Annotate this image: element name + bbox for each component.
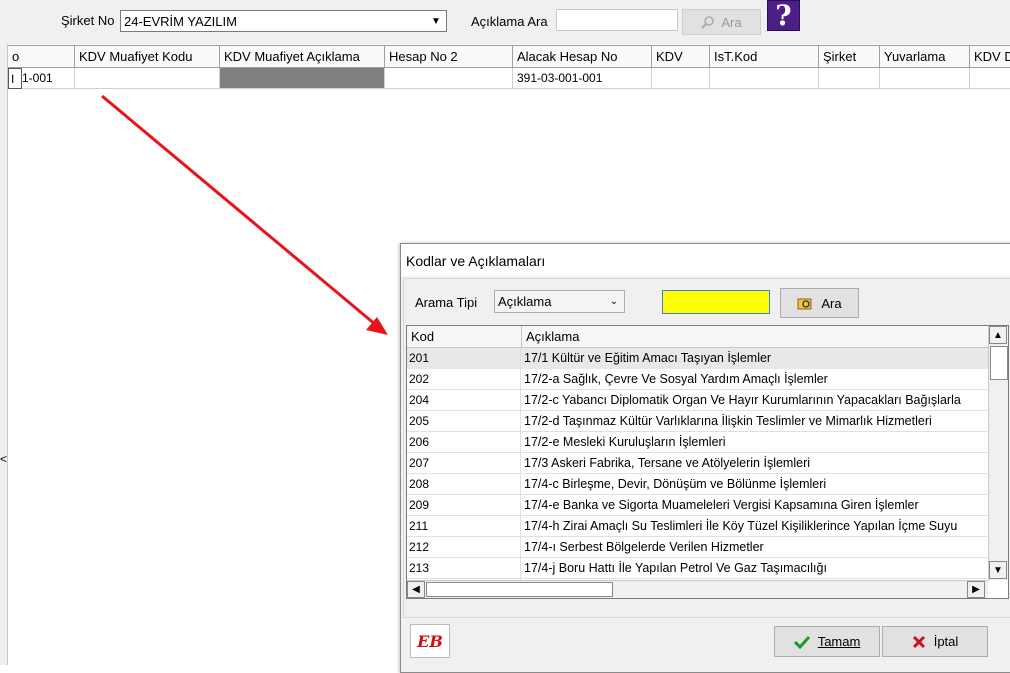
- list-item-code: 201: [407, 348, 521, 369]
- dialog-search-button[interactable]: Ara: [780, 288, 859, 318]
- list-item-description: 17/4-e Banka ve Sigorta Muameleleri Verg…: [524, 498, 919, 512]
- list-item-description: 17/2-e Mesleki Kuruluşların İşlemleri: [524, 435, 726, 449]
- list-item[interactable]: 207 17/3 Askeri Fabrika, Tersane ve Atöly…: [407, 453, 987, 474]
- cancel-button[interactable]: İptal: [882, 626, 988, 657]
- col-header-kod[interactable]: Kod: [407, 326, 522, 348]
- eb-logo-icon: EB: [417, 631, 443, 651]
- dialog-search-panel: Arama Tipi Açıklama ⌄ Ara Kod Açıklama 2…: [403, 278, 1010, 618]
- list-item[interactable]: 201 17/1 Kültür ve Eğitim Amacı Taşıyan İ…: [407, 348, 992, 369]
- scroll-left-icon[interactable]: ◀: [407, 581, 425, 598]
- list-item-code: 204: [407, 390, 521, 411]
- dialog-search-input[interactable]: [662, 290, 770, 314]
- list-item-description: 17/4-c Birleşme, Devir, Dönüşüm ve Bölün…: [524, 477, 827, 491]
- list-item-description: 17/2-c Yabancı Diplomatik Organ Ve Hayır…: [524, 393, 961, 407]
- codes-list[interactable]: Kod Açıklama 201 17/1 Kültür ve Eğitim Am…: [406, 325, 1009, 599]
- dialog-search-button-label: Ara: [821, 295, 842, 311]
- scroll-up-icon[interactable]: ▲: [989, 326, 1007, 344]
- folder-search-icon: [797, 298, 812, 310]
- cancel-button-label: İptal: [933, 634, 959, 649]
- scroll-down-icon[interactable]: ▼: [989, 561, 1007, 579]
- horizontal-scrollbar[interactable]: ◀ ▶: [407, 580, 988, 598]
- list-item[interactable]: 202 17/2-a Sağlık, Çevre Ve Sosyal Yardım…: [407, 369, 987, 390]
- list-item-code: 212: [407, 537, 521, 558]
- dialog-title: Kodlar ve Açıklamaları: [401, 244, 1010, 276]
- list-item-description: 17/1 Kültür ve Eğitim Amacı Taşıyan İşle…: [522, 348, 992, 369]
- list-item[interactable]: 208 17/4-c Birleşme, Devir, Dönüşüm ve Bö…: [407, 474, 987, 495]
- close-icon: [912, 635, 925, 648]
- list-item[interactable]: 209 17/4-e Banka ve Sigorta Muameleleri V…: [407, 495, 987, 516]
- codes-dialog: Kodlar ve Açıklamaları Arama Tipi Açıkla…: [400, 243, 1010, 673]
- ok-button-label: Tamam: [817, 634, 861, 649]
- vertical-scrollbar[interactable]: ▲ ▼: [988, 326, 1008, 580]
- search-type-select[interactable]: Açıklama ⌄: [494, 290, 625, 313]
- list-item[interactable]: 211 17/4-h Zirai Amaçlı Su Teslimleri İle…: [407, 516, 987, 537]
- list-item-code: 211: [407, 516, 521, 537]
- col-header-aciklama[interactable]: Açıklama: [522, 326, 988, 348]
- search-type-label: Arama Tipi: [415, 295, 478, 310]
- list-item-code: 206: [407, 432, 521, 453]
- horizontal-scroll-thumb[interactable]: [426, 582, 613, 597]
- check-icon: [793, 635, 810, 649]
- list-item[interactable]: 206 17/2-e Mesleki Kuruluşların İşlemleri: [407, 432, 987, 453]
- ok-button[interactable]: Tamam: [774, 626, 880, 657]
- eb-logo-button[interactable]: EB: [410, 624, 450, 658]
- list-item-description: 17/3 Askeri Fabrika, Tersane ve Atölyele…: [524, 456, 811, 470]
- list-item-code: 205: [407, 411, 521, 432]
- chevron-down-icon[interactable]: ⌄: [604, 291, 624, 312]
- search-type-value: Açıklama: [498, 294, 552, 309]
- list-item-code: 208: [407, 474, 521, 495]
- list-item-description: 17/4-ı Serbest Bölgelerde Verilen Hizmet…: [524, 540, 764, 554]
- vertical-scroll-thumb[interactable]: [990, 346, 1008, 380]
- scroll-right-icon[interactable]: ▶: [967, 581, 985, 598]
- list-item-description: 17/4-h Zirai Amaçlı Su Teslimleri İle Kö…: [524, 519, 958, 533]
- list-item-code: 213: [407, 558, 521, 579]
- list-item-code: 209: [407, 495, 521, 516]
- list-item[interactable]: 212 17/4-ı Serbest Bölgelerde Verilen Hiz…: [407, 537, 987, 558]
- list-item[interactable]: 204 17/2-c Yabancı Diplomatik Organ Ve Ha…: [407, 390, 987, 411]
- list-item-code: 207: [407, 453, 521, 474]
- list-item[interactable]: 205 17/2-d Taşınmaz Kültür Varlıklarına İ…: [407, 411, 987, 432]
- list-item-code: 202: [407, 369, 521, 390]
- list-item-description: 17/2-a Sağlık, Çevre Ve Sosyal Yardım Am…: [524, 372, 828, 386]
- list-item[interactable]: 213 17/4-j Boru Hattı İle Yapılan Petrol …: [407, 558, 987, 579]
- list-item-description: 17/2-d Taşınmaz Kültür Varlıklarına İliş…: [524, 414, 932, 428]
- list-item-description: 17/4-j Boru Hattı İle Yapılan Petrol Ve …: [524, 561, 827, 575]
